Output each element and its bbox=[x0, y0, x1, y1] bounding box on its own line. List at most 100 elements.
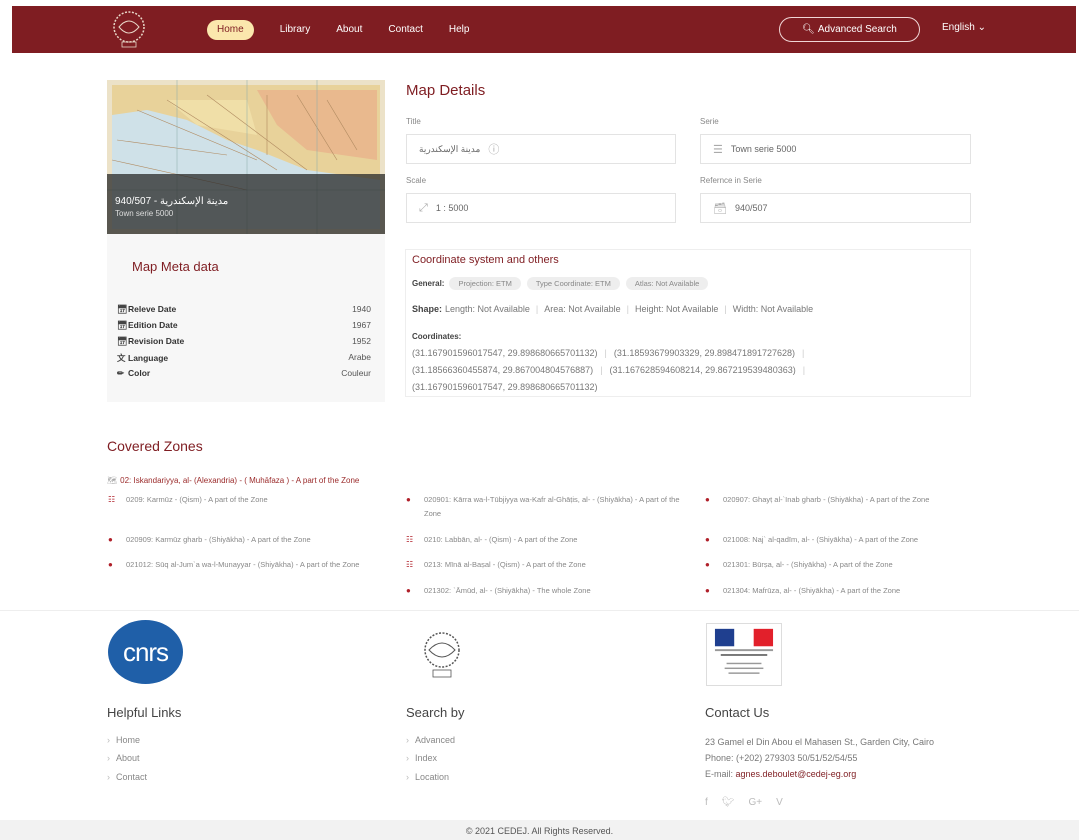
footer-link-index[interactable]: › Index bbox=[406, 753, 437, 763]
pin-icon: ● bbox=[406, 586, 411, 595]
meta-row-releve: 📅︎Releve Date 1940 bbox=[117, 304, 371, 315]
serie-value: Town serie 5000 bbox=[730, 144, 797, 154]
google-plus-icon[interactable]: G+ bbox=[748, 797, 762, 808]
zone-item[interactable]: ● 021304: Mafrūza, al- - (Shiyākha) - A p… bbox=[705, 584, 985, 598]
shape-label: Shape: bbox=[412, 304, 443, 314]
coordinate-item: (31.18593679903329, 29.898471891727628) bbox=[613, 348, 796, 358]
republique-francaise-logo[interactable] bbox=[706, 623, 782, 686]
info-icon: ⓘ bbox=[488, 144, 500, 156]
coordinate-title: Coordinate system and others bbox=[412, 254, 559, 266]
footer-link-contact[interactable]: › Contact bbox=[107, 772, 147, 782]
list-icon: ☰ bbox=[713, 143, 723, 156]
zone-item[interactable]: ● 021302: `Āmūd, al- - (Shiyākha) - The w… bbox=[406, 584, 686, 598]
shape-height: Height: Not Available bbox=[635, 304, 719, 314]
zone-label: 0213: Mīnā al-Baṣal - (Qism) - A part of… bbox=[424, 560, 586, 569]
map-caption: مدينة الإسكندرية - 940/507 Town serie 50… bbox=[107, 174, 385, 234]
language-selector[interactable]: English ⌄ bbox=[942, 22, 986, 33]
translate-icon: 文 bbox=[117, 353, 126, 363]
nav-home[interactable]: Home bbox=[207, 20, 254, 40]
email-link[interactable]: agnes.deboulet@cedej-eg.org bbox=[736, 769, 857, 779]
helpful-links-title: Helpful Links bbox=[107, 705, 182, 720]
twitter-icon[interactable]: 🐦︎ bbox=[722, 797, 735, 808]
search-icon: 🔍︎ bbox=[802, 24, 815, 35]
map-preview-image[interactable]: مدينة الإسكندرية - 940/507 Town serie 50… bbox=[107, 80, 385, 234]
advanced-search-button[interactable]: 🔍︎ Advanced Search bbox=[779, 17, 920, 42]
scale-label: Scale bbox=[406, 176, 427, 185]
zone-item[interactable]: ☷ 0213: Mīnā al-Baṣal - (Qism) - A part o… bbox=[406, 558, 686, 572]
footer-link-home[interactable]: › Home bbox=[107, 735, 140, 745]
calendar-icon: 📅︎ bbox=[117, 336, 128, 346]
map-caption-title: مدينة الإسكندرية - 940/507 bbox=[115, 196, 229, 207]
coordinate-item: (31.18566360455874, 29.867004804576887) bbox=[412, 365, 594, 375]
reference-field[interactable]: 🗃︎ 940/507 bbox=[700, 193, 971, 223]
footer-link-about[interactable]: › About bbox=[107, 753, 140, 763]
chevron-right-icon: › bbox=[406, 772, 409, 782]
shape-area: Area: Not Available bbox=[544, 304, 621, 314]
zone-item[interactable]: ● 021008: Naj` al-qadīm, al- - (Shiyākha)… bbox=[705, 533, 985, 547]
coordinate-item: (31.167901596017547, 29.898680665701132) bbox=[412, 382, 598, 392]
type-coordinate-chip: Type Coordinate: ETM bbox=[526, 277, 620, 290]
footer-link-label: Advanced bbox=[415, 735, 456, 745]
zone-item[interactable]: ● 020909: Karmūz gharb - (Shiyākha) - A p… bbox=[108, 533, 388, 547]
chevron-right-icon: › bbox=[406, 735, 409, 745]
footer-link-label: About bbox=[116, 753, 140, 763]
projection-chip: Projection: ETM bbox=[449, 277, 521, 290]
cedej-footer-logo[interactable] bbox=[414, 630, 470, 680]
contact-details: 23 Gamel el Din Abou el Mahasen St., Gar… bbox=[705, 734, 985, 782]
social-links: f 🐦︎ G+ V bbox=[705, 797, 783, 808]
reference-label: Refernce in Serie bbox=[700, 176, 762, 185]
vimeo-icon[interactable]: V bbox=[776, 797, 783, 808]
meta-label: Edition Date bbox=[128, 320, 178, 330]
brush-icon: ✏︎ bbox=[117, 368, 125, 378]
zone-item[interactable]: ● 020901: Kārra wa-l-Tūbjiyya wa-Kafr al-… bbox=[406, 493, 686, 521]
pin-icon: ● bbox=[705, 586, 710, 595]
archive-icon: 🗃︎ bbox=[713, 202, 727, 215]
meta-row-language: 文 Language Arabe bbox=[117, 352, 371, 364]
meta-label: Color bbox=[128, 368, 151, 378]
meta-label: Language bbox=[128, 353, 169, 363]
nav-about[interactable]: About bbox=[336, 20, 362, 40]
zone-item[interactable]: ☷ 0210: Labbān, al- - (Qism) - A part of … bbox=[406, 533, 686, 547]
map-meta-panel: Map Meta data 📅︎Releve Date 1940 📅︎Editi… bbox=[107, 234, 385, 402]
nav-library[interactable]: Library bbox=[280, 20, 311, 40]
meta-title: Map Meta data bbox=[132, 259, 219, 274]
footer-link-label: Contact bbox=[116, 772, 148, 782]
zone-governorate-link[interactable]: 🗺︎ 02: Iskandariyya, al- (Alexandria) - (… bbox=[107, 476, 359, 485]
footer-link-advanced[interactable]: › Advanced bbox=[406, 735, 455, 745]
zone-item[interactable]: ● 020907: Ghayṭ al-`Inab gharb - (Shiyākh… bbox=[705, 493, 985, 507]
cnrs-logo[interactable]: cnrs bbox=[108, 620, 183, 684]
zone-item[interactable]: ● 021012: Sūq al-Jum`a wa-l-Munayyar - (S… bbox=[108, 558, 388, 572]
contact-phone: Phone: (+202) 279303 50/51/52/54/55 bbox=[705, 753, 858, 763]
serie-field[interactable]: ☰ Town serie 5000 bbox=[700, 134, 971, 164]
meta-row-revision: 📅︎Revision Date 1952 bbox=[117, 336, 371, 347]
nav-help[interactable]: Help bbox=[449, 20, 470, 40]
chevron-right-icon: › bbox=[406, 753, 409, 763]
meta-label: Releve Date bbox=[128, 304, 177, 314]
zone-item[interactable]: ☷ 0209: Karmūz - (Qism) - A part of the Z… bbox=[108, 493, 388, 507]
contact-address: 23 Gamel el Din Abou el Mahasen St., Gar… bbox=[705, 737, 934, 747]
facebook-icon[interactable]: f bbox=[705, 797, 708, 808]
pin-icon: ● bbox=[705, 535, 710, 544]
footer-link-location[interactable]: › Location bbox=[406, 772, 449, 782]
meta-value: 1967 bbox=[352, 320, 371, 330]
contact-email-row: E-mail: agnes.deboulet@cedej-eg.org bbox=[705, 766, 985, 782]
building-icon: ☷ bbox=[406, 560, 414, 569]
meta-row-color: ✏︎ Color Couleur bbox=[117, 368, 371, 379]
pin-icon: ● bbox=[108, 560, 113, 569]
scale-field[interactable]: ⤢ 1 : 5000 bbox=[406, 193, 676, 223]
title-field[interactable]: مدينة الإسكندرية ⓘ bbox=[406, 134, 676, 164]
coordinate-item: (31.167901596017547, 29.898680665701132) bbox=[412, 348, 598, 358]
atlas-chip: Atlas: Not Available bbox=[625, 277, 709, 290]
zone-label: 021012: Sūq al-Jum`a wa-l-Munayyar - (Sh… bbox=[126, 560, 360, 569]
search-by-title: Search by bbox=[406, 705, 465, 720]
cedej-logo[interactable] bbox=[107, 9, 151, 49]
shape-width: Width: Not Available bbox=[732, 304, 814, 314]
zone-item[interactable]: ● 021301: Būrṣa, al- - (Shiyākha) - A par… bbox=[705, 558, 985, 572]
calendar-icon: 📅︎ bbox=[117, 320, 128, 330]
nav-contact[interactable]: Contact bbox=[388, 20, 422, 40]
pin-icon: ● bbox=[108, 535, 113, 544]
map-details-title: Map Details bbox=[406, 82, 486, 99]
chevron-down-icon: ⌄ bbox=[977, 22, 986, 33]
coordinate-panel: Coordinate system and others General: Pr… bbox=[405, 249, 971, 397]
map-caption-serie: Town serie 5000 bbox=[115, 209, 174, 218]
